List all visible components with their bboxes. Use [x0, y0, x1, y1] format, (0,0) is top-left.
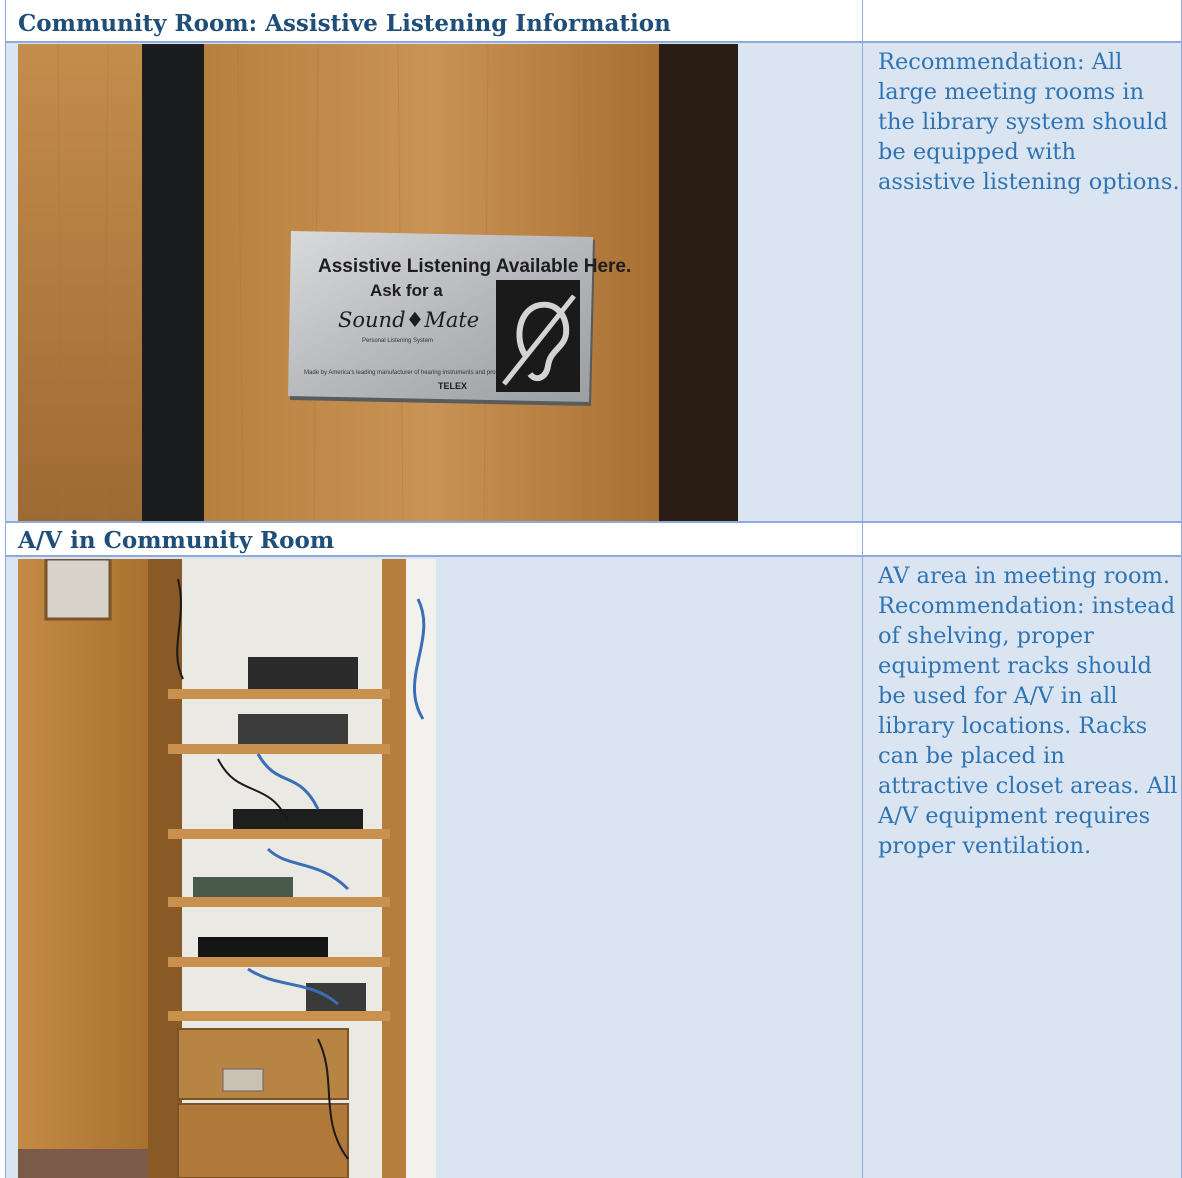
recommendation-text: Recommendation: All large meeting rooms …: [878, 49, 1180, 195]
photo-cell: [5, 557, 863, 1178]
inspection-table: Community Room: Assistive Listening Info…: [5, 0, 1182, 1178]
section-heading: Community Room: Assistive Listening Info…: [18, 10, 671, 37]
section-heading-cell: Community Room: Assistive Listening Info…: [5, 0, 863, 43]
recommendation-cell: Recommendation: All large meeting rooms …: [863, 43, 1182, 523]
photo-door-sign: Assistive Listening Available Here. Ask …: [18, 44, 738, 521]
recommendation-cell: AV area in meeting room. Recommendation:…: [863, 557, 1182, 1178]
section-heading: A/V in Community Room: [18, 527, 335, 554]
hearing-loss-icon: [496, 280, 580, 392]
door-sign-illustration: Assistive Listening Available Here. Ask …: [18, 44, 738, 521]
table-column-divider: [862, 0, 863, 1178]
empty-heading-cell: [863, 0, 1182, 43]
av-shelving-illustration: [18, 559, 436, 1178]
section-heading-cell: A/V in Community Room: [5, 523, 863, 557]
plaque-maker: TELEX: [438, 381, 467, 391]
plaque-tag: Personal Listening System: [362, 338, 433, 344]
assistive-listening-plaque: Assistive Listening Available Here. Ask …: [288, 231, 631, 406]
table-border-left: [5, 0, 6, 1178]
recommendation-text: AV area in meeting room. Recommendation:…: [878, 563, 1178, 859]
plaque-brand: Sound♦Mate: [338, 308, 479, 332]
empty-heading-cell: [863, 523, 1182, 557]
photo-av-shelving: [18, 559, 436, 1178]
document-page: Community Room: Assistive Listening Info…: [0, 0, 1182, 1178]
plaque-line1: Assistive Listening Available Here.: [318, 256, 631, 277]
photo-cell: Assistive Listening Available Here. Ask …: [5, 43, 863, 523]
plaque-line2: Ask for a: [370, 281, 443, 300]
